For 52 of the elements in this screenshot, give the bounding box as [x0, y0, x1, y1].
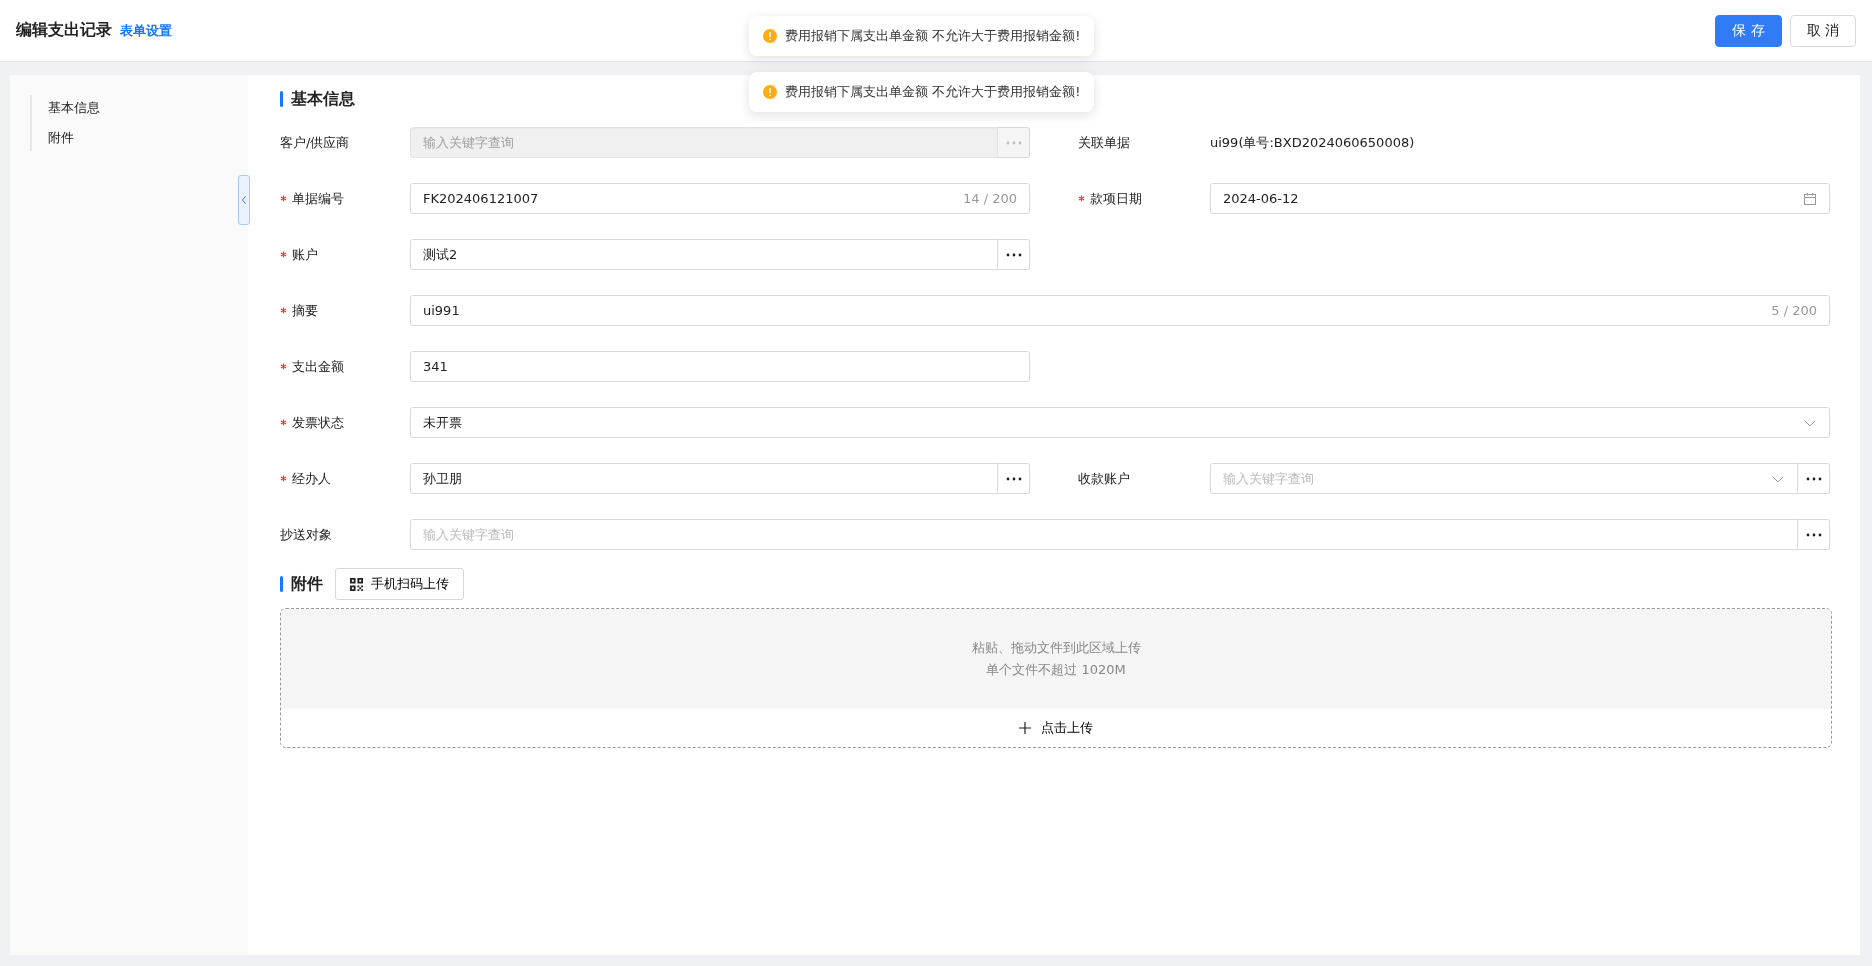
field-label: 客户/供应商	[280, 133, 350, 152]
ellipsis-icon	[1005, 140, 1022, 145]
field-label: 单据编号	[292, 189, 344, 208]
section-title: 附件	[291, 573, 323, 595]
character-counter: 14 / 200	[963, 191, 1017, 206]
calendar-icon	[1803, 191, 1817, 206]
field-label: 支出金额	[292, 357, 344, 376]
character-counter: 5 / 200	[1771, 303, 1817, 318]
scan-upload-button[interactable]: 手机扫码上传	[335, 568, 464, 600]
collapse-handle[interactable]	[238, 175, 250, 225]
warning-icon	[763, 29, 777, 43]
more-options-button[interactable]	[1798, 519, 1830, 550]
field-label: 经办人	[292, 469, 331, 488]
warning-icon	[763, 85, 777, 99]
field-label: 账户	[292, 245, 318, 264]
input-field[interactable]: ui991 5 / 200	[410, 295, 1830, 326]
more-options-button[interactable]	[1798, 463, 1830, 494]
more-options-button[interactable]	[998, 239, 1030, 270]
file-drop-zone[interactable]: 粘贴、拖动文件到此区域上传 单个文件不超过 1020M 点击上传	[280, 608, 1832, 748]
drop-hint-text: 粘贴、拖动文件到此区域上传	[971, 639, 1141, 657]
section-nav-item[interactable]: 附件	[48, 129, 248, 147]
toast-message: 费用报销下属支出单金额 不允许大于费用报销金额!	[785, 27, 1081, 45]
cancel-button[interactable]: 取 消	[1789, 14, 1856, 47]
toast-message: 费用报销下属支出单金额 不允许大于费用报销金额!	[785, 83, 1081, 101]
select-field[interactable]: 未开票	[410, 407, 1830, 438]
more-options-button[interactable]	[998, 463, 1030, 494]
ellipsis-icon	[1805, 532, 1822, 537]
date-field[interactable]: 2024-06-12	[1210, 183, 1830, 214]
field-label: 抄送对象	[280, 525, 332, 544]
ellipsis-icon	[1805, 476, 1822, 481]
input-field[interactable]: 测试2	[410, 239, 998, 270]
plus-icon	[1019, 722, 1031, 734]
chevron-left-icon	[241, 195, 247, 205]
ellipsis-icon	[1005, 252, 1022, 257]
more-options-button[interactable]	[998, 127, 1030, 158]
input-field[interactable]: 孙卫朋	[410, 463, 998, 494]
linked-document-text: ui99(单号:BXD2024060650008)	[1210, 133, 1416, 152]
page-title: 编辑支出记录	[16, 20, 112, 41]
form-settings-link[interactable]: 表单设置	[120, 22, 172, 40]
ellipsis-icon	[1005, 476, 1022, 481]
drop-hint-text: 单个文件不超过 1020M	[986, 661, 1126, 679]
qr-code-icon	[350, 577, 363, 591]
field-label: 款项日期	[1090, 189, 1142, 208]
field-label: 收款账户	[1078, 469, 1130, 488]
field-label: 发票状态	[292, 413, 344, 432]
field-label: 摘要	[292, 301, 318, 320]
section-nav-item[interactable]: 基本信息	[48, 99, 248, 117]
save-button[interactable]: 保 存	[1715, 14, 1782, 47]
field-label: 关联单据	[1078, 133, 1130, 152]
section-title: 基本信息	[291, 88, 355, 110]
input-field[interactable]: 341	[410, 351, 1030, 382]
input-field[interactable]: FK202406121007 14 / 200	[410, 183, 1030, 214]
